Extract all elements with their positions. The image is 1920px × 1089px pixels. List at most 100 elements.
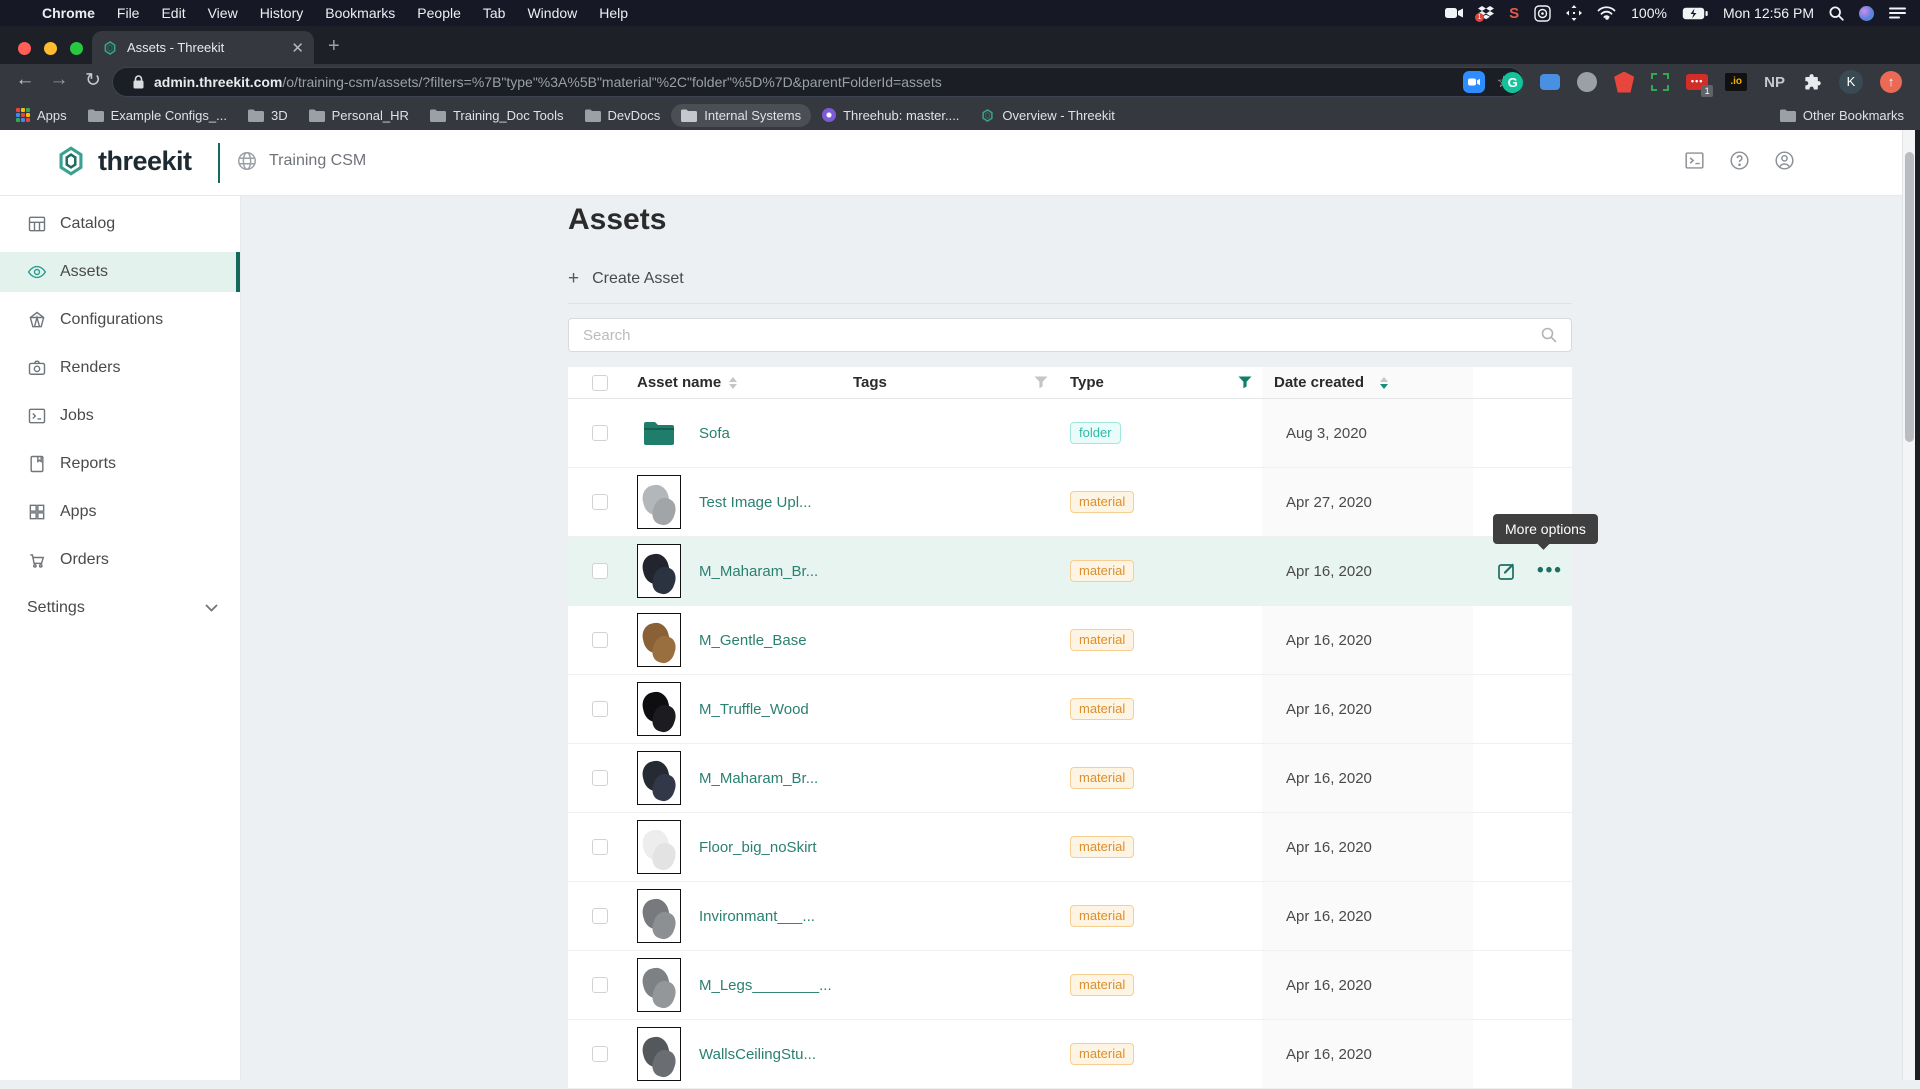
extensions-puzzle-icon[interactable] <box>1802 72 1822 92</box>
search-input[interactable] <box>583 327 1541 344</box>
menu-chrome[interactable]: Chrome <box>42 5 95 21</box>
dropbox-icon[interactable]: 1 <box>1478 6 1494 20</box>
asset-name-link[interactable]: Test Image Upl... <box>699 494 812 511</box>
profile-avatar[interactable]: K <box>1839 70 1863 94</box>
back-button[interactable]: ← <box>12 69 38 91</box>
asset-thumbnail[interactable] <box>637 475 681 529</box>
menu-help[interactable]: Help <box>599 5 628 21</box>
new-tab-button[interactable]: + <box>328 36 340 56</box>
search-icon[interactable] <box>1541 327 1557 343</box>
menu-tab[interactable]: Tab <box>483 5 506 21</box>
table-row[interactable]: Floor_big_noSkirt material Apr 16, 2020 <box>568 813 1572 882</box>
help-icon[interactable] <box>1729 150 1750 171</box>
capture-target-icon[interactable] <box>1534 5 1551 22</box>
table-row[interactable]: Sofa folder Aug 3, 2020 <box>568 399 1572 468</box>
bookmark-folder-internal-systems[interactable]: Internal Systems <box>671 104 811 127</box>
folder-thumbnail[interactable] <box>637 420 681 446</box>
grammarly-extension-icon[interactable]: G <box>1502 72 1523 93</box>
asset-thumbnail[interactable] <box>637 958 681 1012</box>
row-checkbox[interactable] <box>592 908 608 924</box>
wifi-icon[interactable] <box>1597 6 1616 20</box>
sort-icons[interactable] <box>729 377 737 389</box>
create-asset-button[interactable]: + Create Asset <box>568 268 684 290</box>
gray-extension-icon[interactable] <box>1577 72 1597 92</box>
bookmark-apps[interactable]: Apps <box>16 108 67 123</box>
row-checkbox[interactable] <box>592 425 608 441</box>
menu-window[interactable]: Window <box>527 5 577 21</box>
sidebar-item-reports[interactable]: Reports <box>0 444 240 484</box>
close-window-button[interactable] <box>18 42 31 55</box>
browser-tab[interactable]: Assets - Threekit ✕ <box>92 31 314 64</box>
bookmark-folder-training-doc-tools[interactable]: Training_Doc Tools <box>430 108 564 123</box>
table-row[interactable]: M_Gentle_Base material Apr 16, 2020 <box>568 606 1572 675</box>
table-row-hovered[interactable]: M_Maharam_Br... material Apr 16, 2020 ••… <box>568 537 1572 606</box>
row-checkbox[interactable] <box>592 701 608 717</box>
spotlight-search-icon[interactable] <box>1829 6 1844 21</box>
table-row[interactable]: Test Image Upl... material Apr 27, 2020 <box>568 468 1572 537</box>
menu-bookmarks[interactable]: Bookmarks <box>325 5 395 21</box>
sidebar-item-catalog[interactable]: Catalog <box>0 204 240 244</box>
asset-search[interactable] <box>568 318 1572 352</box>
table-row[interactable]: M_Legs________... material Apr 16, 2020 <box>568 951 1572 1020</box>
tab-close-icon[interactable]: ✕ <box>291 39 304 57</box>
table-row[interactable]: Invironmant___... material Apr 16, 2020 <box>568 882 1572 951</box>
row-checkbox[interactable] <box>592 770 608 786</box>
asset-name-link[interactable]: M_Truffle_Wood <box>699 701 809 718</box>
row-checkbox[interactable] <box>592 839 608 855</box>
password-extension-icon[interactable] <box>1614 72 1634 93</box>
menubar-list-icon[interactable] <box>1889 7 1906 19</box>
column-tags[interactable]: Tags <box>845 367 1062 398</box>
bookmark-overview-threekit[interactable]: Overview - Threekit <box>980 108 1114 123</box>
threekit-logo[interactable]: threekit <box>54 144 192 178</box>
asset-name-link[interactable]: M_Gentle_Base <box>699 632 807 649</box>
zoom-extension-icon[interactable] <box>1463 71 1485 93</box>
menubar-clock[interactable]: Mon 12:56 PM <box>1723 5 1814 21</box>
asset-thumbnail[interactable] <box>637 820 681 874</box>
column-type[interactable]: Type <box>1062 367 1262 398</box>
sidebar-item-configurations[interactable]: Configurations <box>0 300 240 340</box>
s-app-icon[interactable]: S <box>1509 5 1519 22</box>
minimize-window-button[interactable] <box>44 42 57 55</box>
asset-name-link[interactable]: Invironmant___... <box>699 908 815 925</box>
ssl-lock-icon[interactable] <box>133 75 144 89</box>
row-checkbox[interactable] <box>592 632 608 648</box>
row-checkbox[interactable] <box>592 494 608 510</box>
menu-edit[interactable]: Edit <box>161 5 185 21</box>
siri-icon[interactable] <box>1859 6 1874 21</box>
other-bookmarks[interactable]: Other Bookmarks <box>1780 108 1904 123</box>
asset-name-link[interactable]: M_Maharam_Br... <box>699 770 818 787</box>
move-arrows-icon[interactable] <box>1566 5 1582 21</box>
asset-thumbnail[interactable] <box>637 889 681 943</box>
column-asset-name[interactable]: Asset name <box>632 367 845 398</box>
zoom-window-button[interactable] <box>70 42 83 55</box>
menu-file[interactable]: File <box>117 5 140 21</box>
sidebar-item-jobs[interactable]: Jobs <box>0 396 240 436</box>
asset-name-link[interactable]: M_Legs________... <box>699 977 832 994</box>
reload-button[interactable]: ↻ <box>80 69 106 92</box>
row-checkbox[interactable] <box>592 563 608 579</box>
asset-name-link[interactable]: Floor_big_noSkirt <box>699 839 817 856</box>
asset-thumbnail[interactable] <box>637 613 681 667</box>
asset-thumbnail[interactable] <box>637 751 681 805</box>
tags-filter-icon[interactable] <box>1034 376 1048 389</box>
forward-button[interactable]: → <box>46 69 72 91</box>
menu-people[interactable]: People <box>417 5 461 21</box>
io-extension-icon[interactable]: .io <box>1725 73 1747 91</box>
bookmark-folder-example-configs[interactable]: Example Configs_... <box>88 108 227 123</box>
sidebar-item-settings[interactable]: Settings <box>0 588 240 628</box>
table-row[interactable]: WallsCeilingStu... material Apr 16, 2020 <box>568 1020 1572 1089</box>
edit-asset-icon[interactable] <box>1497 561 1517 581</box>
console-icon[interactable] <box>1684 150 1705 171</box>
table-row[interactable]: M_Maharam_Br... material Apr 16, 2020 <box>568 744 1572 813</box>
column-date-created[interactable]: Date created <box>1262 367 1473 398</box>
asset-thumbnail[interactable] <box>637 682 681 736</box>
asset-thumbnail[interactable] <box>637 544 681 598</box>
menu-history[interactable]: History <box>260 5 304 21</box>
asset-name-link[interactable]: M_Maharam_Br... <box>699 563 818 580</box>
org-selector[interactable]: Training CSM <box>236 150 366 172</box>
more-options-icon[interactable]: ••• <box>1537 566 1563 576</box>
select-all-checkbox[interactable] <box>592 375 608 391</box>
bookmark-threehub[interactable]: Threehub: master.... <box>822 108 959 123</box>
type-filter-icon-active[interactable] <box>1238 376 1252 389</box>
sidebar-item-orders[interactable]: Orders <box>0 540 240 580</box>
